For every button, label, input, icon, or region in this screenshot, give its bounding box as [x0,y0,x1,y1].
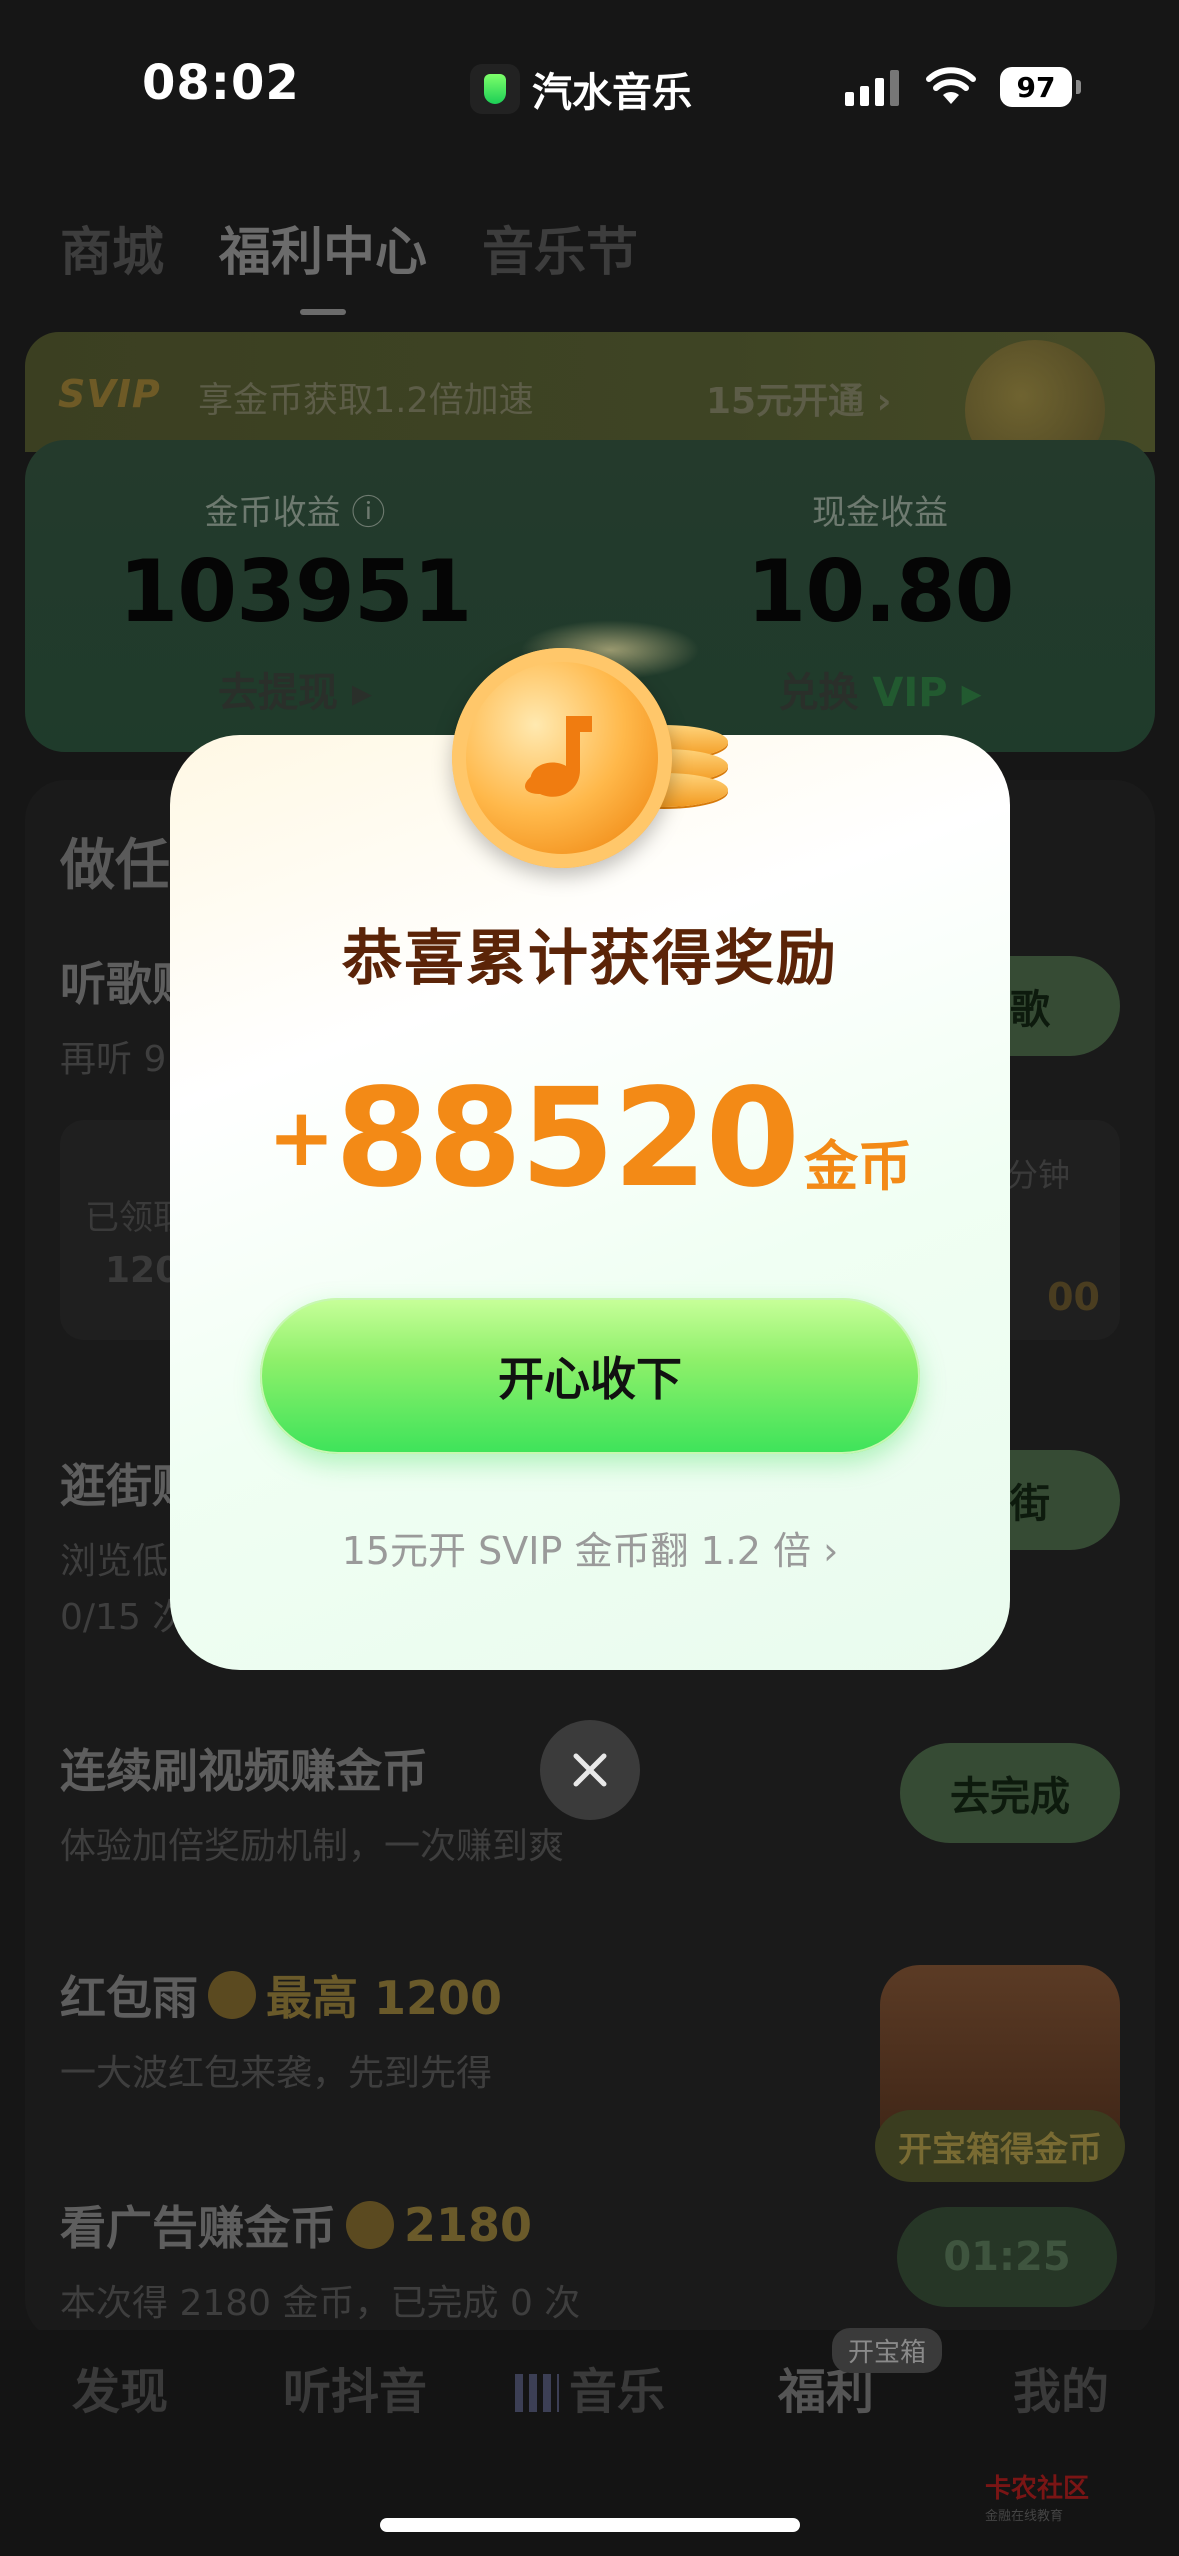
close-icon [573,1753,607,1787]
gold-coin-icon [452,648,672,868]
reward-amount: +88520 金币 [170,1060,1010,1218]
svip-upgrade-link[interactable]: 15元开 SVIP 金币翻 1.2 倍 › [170,1520,1010,1575]
accept-reward-button[interactable]: 开心收下 [260,1298,920,1454]
music-note-icon [524,716,592,797]
modal-title: 恭喜累计获得奖励 [342,924,838,994]
page: 08:02 汽水音乐 97 商城 福利中心 音乐节 SVIP 享金币获取1.2倍… [0,0,1179,2556]
close-modal-button[interactable] [540,1720,640,1820]
reward-plus: + [267,1091,335,1184]
reward-unit: 金币 [804,1135,913,1198]
reward-number: 88520 [334,1060,800,1218]
